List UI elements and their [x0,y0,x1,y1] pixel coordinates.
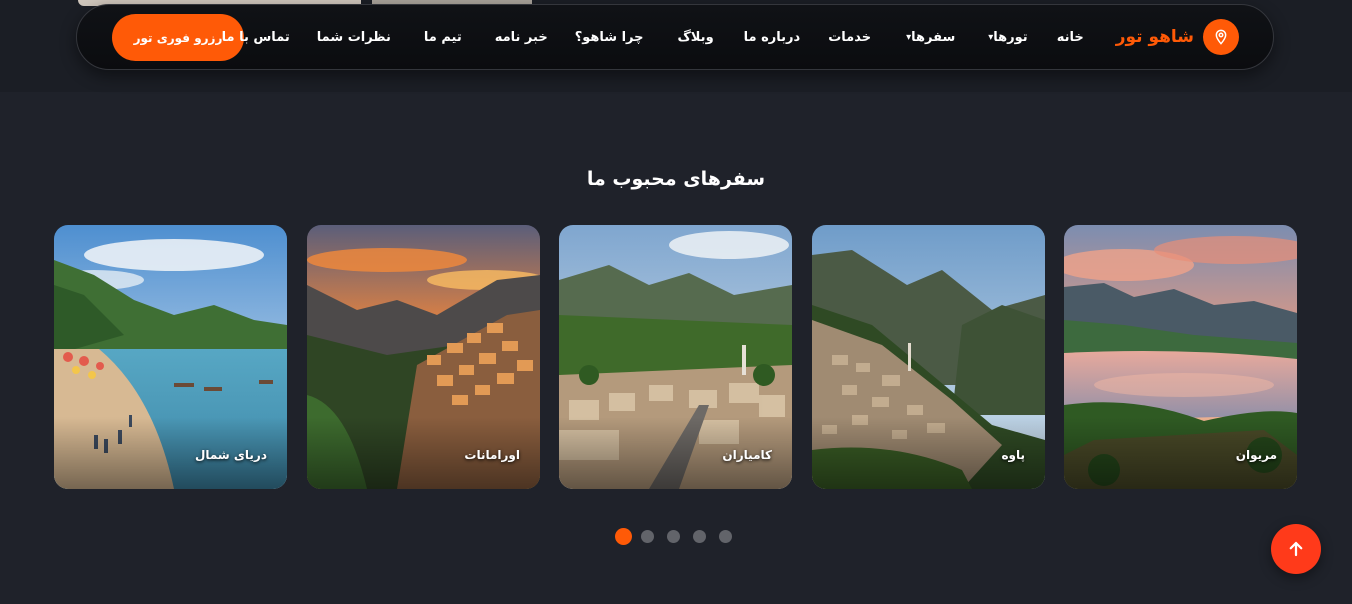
section-title: سفرهای محبوب ما [586,167,766,190]
destination-card-paveh[interactable]: پاوه [812,225,1045,489]
nav-item-team[interactable]: تیم ما [424,30,462,45]
nav-label: خبر نامه [494,29,548,45]
carousel-dot[interactable] [667,529,680,543]
nav-label: درباره ما [743,29,801,45]
nav-label: خدمات [828,29,872,45]
brand[interactable]: شاهو تور [1116,19,1239,55]
nav-item-why-us[interactable]: چرا شاهو؟ [575,30,644,45]
destination-card-marivan[interactable]: مریوان [1064,225,1297,489]
nav-item-contact[interactable]: تماس با ما [222,30,290,45]
nav-label: تماس با ما [221,29,290,45]
nav-item-blog[interactable]: وبلاگ [678,30,714,45]
nav-label: سفرها [911,29,956,45]
destination-label: دریای شمال [194,448,267,462]
destinations-carousel: مریوان پاوه کامیاران اورامانات دریای شما… [54,225,1298,489]
nav-item-tours[interactable]: تورها ▾ [983,30,1027,45]
navbar: رزرو فوری تور شاهو تور خانه تورها ▾ سفرها… [76,4,1274,70]
destination-card-kamyaran[interactable]: کامیاران [559,225,792,489]
carousel-dot[interactable] [615,527,632,545]
nav-label: خانه [1056,29,1084,45]
carousel-dot[interactable] [641,529,654,543]
destination-label: کامیاران [722,448,772,462]
nav-item-newsletter[interactable]: خبر نامه [495,30,548,45]
destination-card-north-sea[interactable]: دریای شمال [54,225,287,489]
nav-label: وبلاگ [677,29,714,45]
destination-label: مریوان [1235,448,1277,462]
nav-menu: شاهو تور خانه تورها ▾ سفرها ▾ خدمات درباره… [222,5,1239,69]
nav-label: تیم ما [423,29,462,45]
carousel-dots [615,527,745,545]
location-pin-icon [1203,19,1239,55]
nav-label: تورها [993,29,1028,45]
nav-label: چرا شاهو؟ [574,29,644,45]
nav-item-home[interactable]: خانه [1057,30,1084,45]
nav-item-trips[interactable]: سفرها ▾ [901,30,955,45]
destination-label: اورامانات [464,448,520,462]
nav-item-services[interactable]: خدمات [828,30,871,45]
destination-label: پاوه [1001,448,1025,462]
scroll-to-top-button[interactable] [1271,524,1321,574]
brand-name: شاهو تور [1115,27,1194,47]
destination-card-uramanat[interactable]: اورامانات [307,225,540,489]
nav-label: نظرات شما [316,29,391,45]
arrow-up-icon [1289,541,1303,557]
nav-item-reviews[interactable]: نظرات شما [317,30,391,45]
carousel-dot[interactable] [693,529,706,543]
carousel-dot[interactable] [719,529,732,543]
nav-item-about[interactable]: درباره ما [744,30,801,45]
